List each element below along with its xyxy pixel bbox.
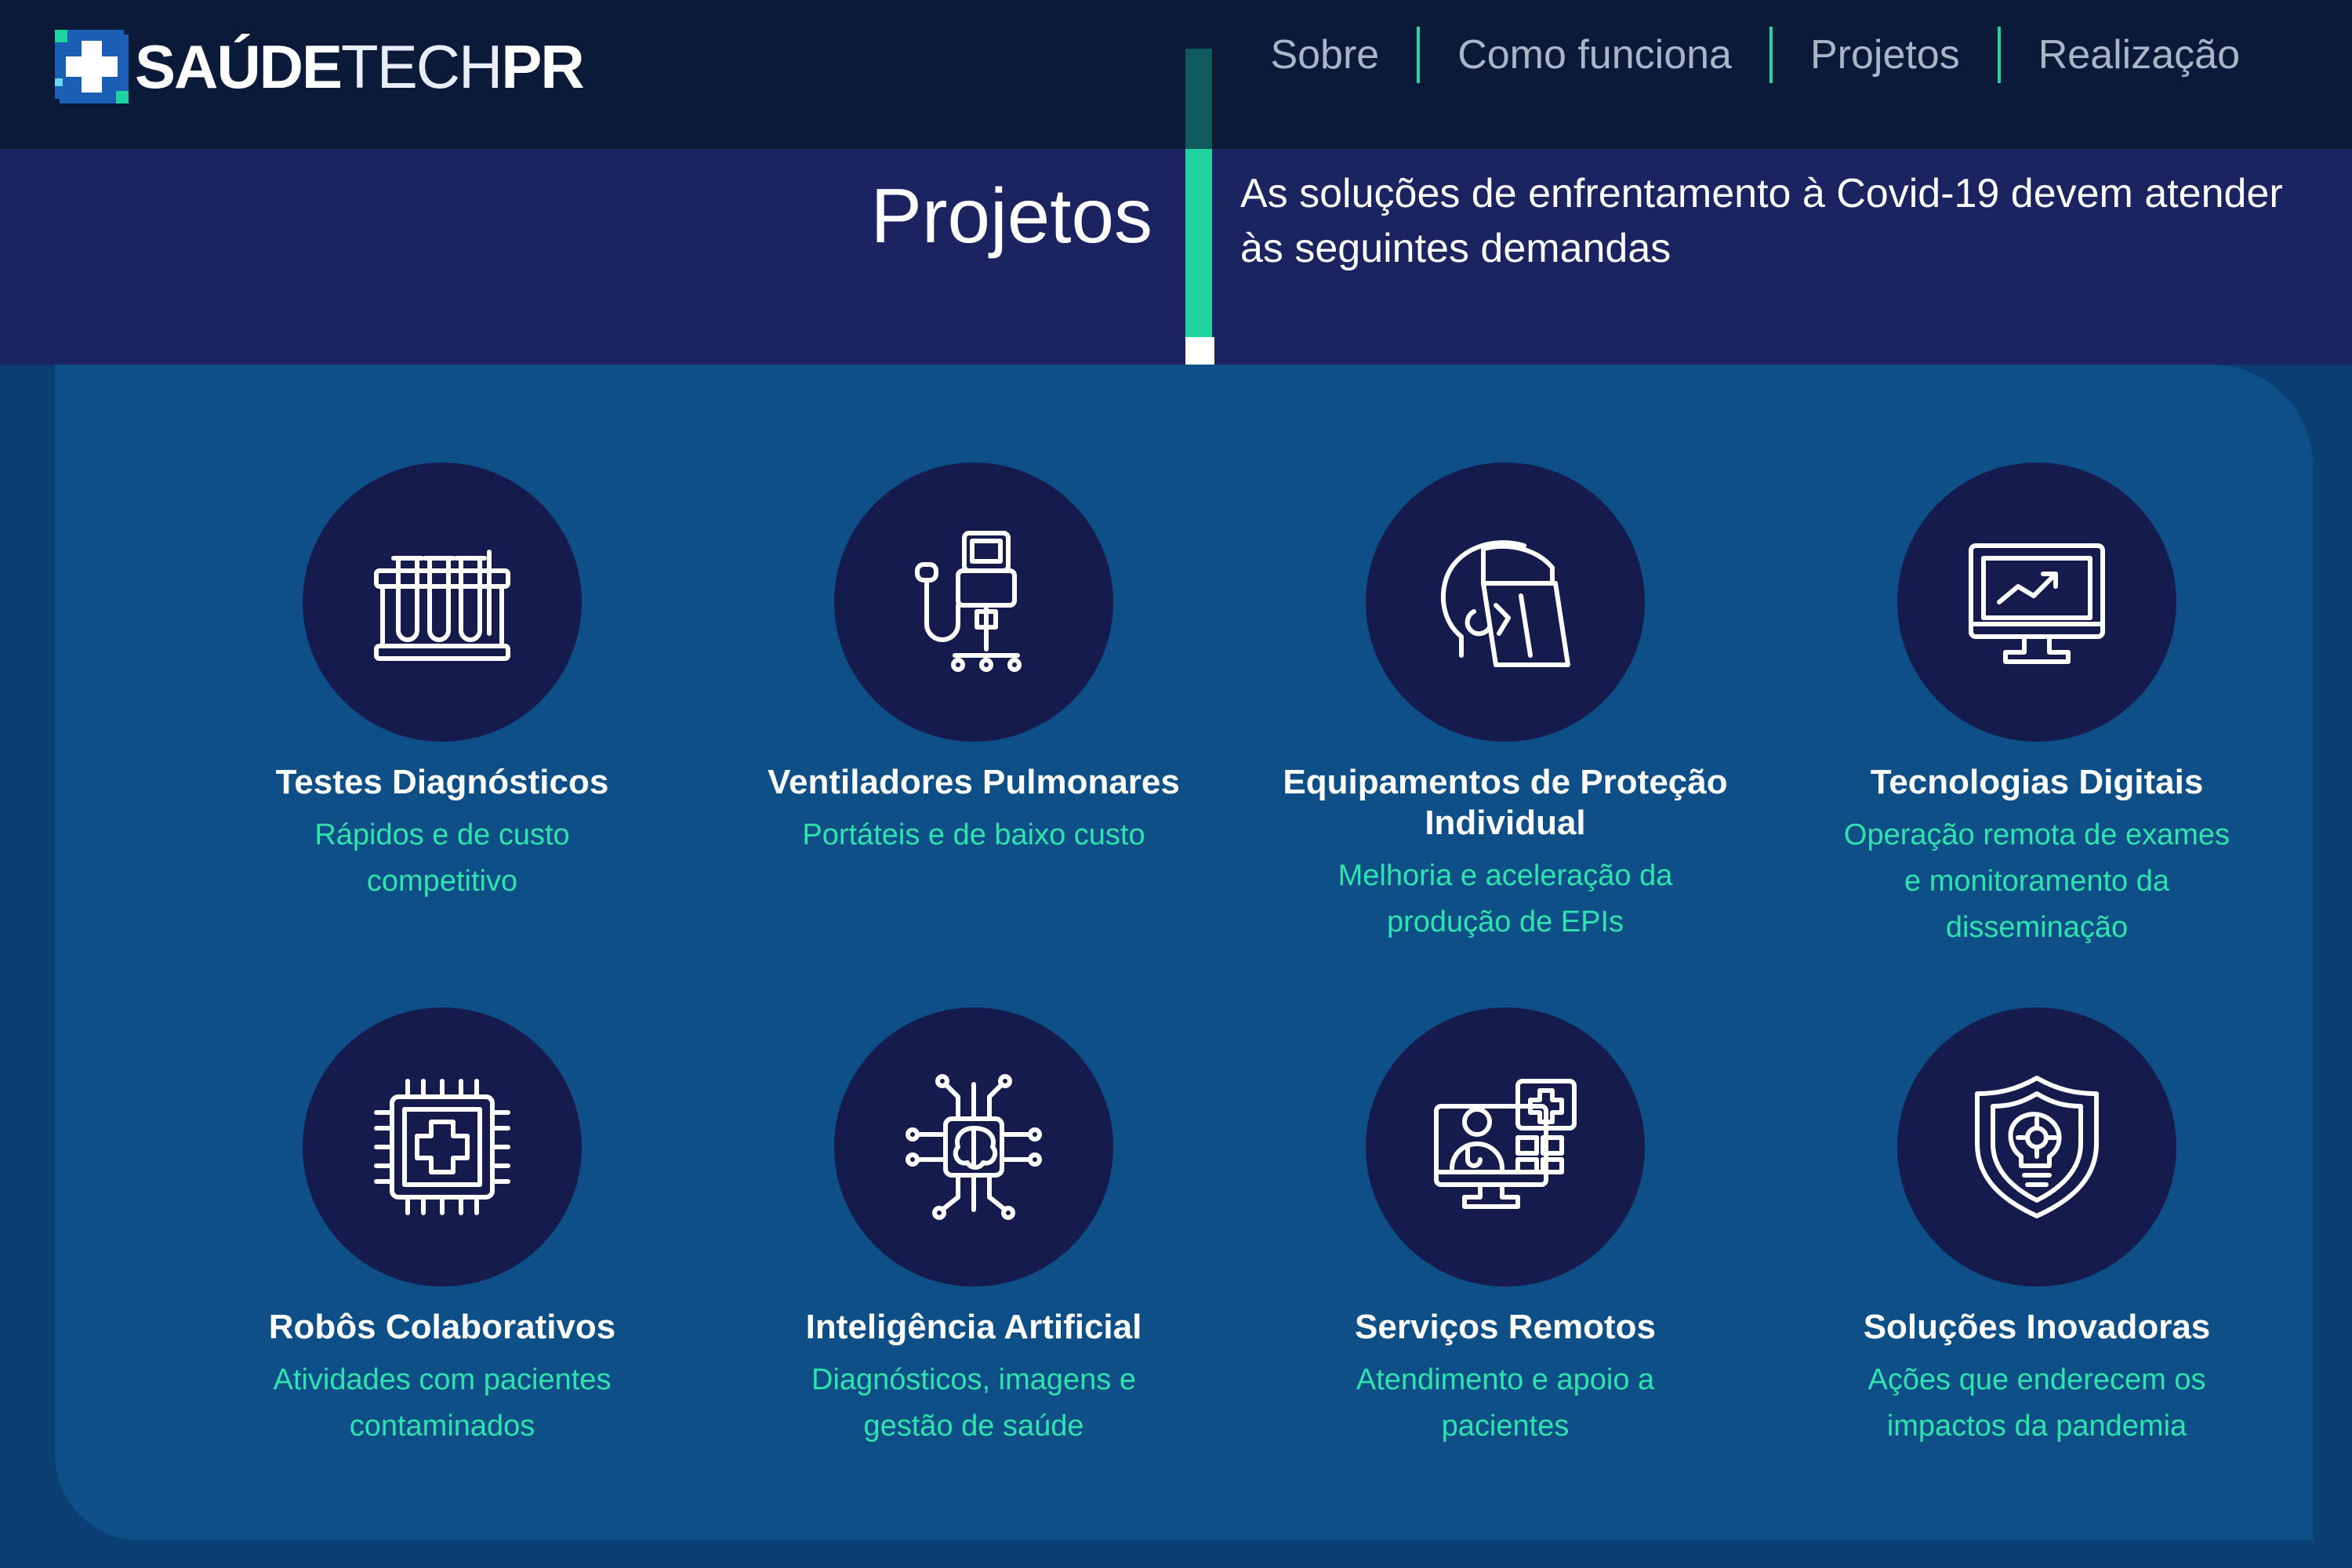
card-description: Atendimento e apoio a pacientes	[1356, 1363, 1655, 1443]
card-description: Portáteis e de baixo custo	[802, 818, 1145, 851]
ventilator-icon	[915, 531, 1022, 672]
project-card[interactable]: Soluções Inovadoras Ações que enderecem …	[1770, 1007, 2303, 1450]
telemedicine-icon	[1434, 1079, 1577, 1209]
brand-name-part: SAÚDE	[135, 32, 343, 101]
card-title: Soluções Inovadoras	[1863, 1308, 2211, 1346]
brand-name-part: PR	[501, 32, 584, 101]
icon-circle	[303, 463, 582, 742]
card-title: Equipamentos de Proteção Individual	[1283, 763, 1728, 842]
accent-bar	[1185, 149, 1212, 337]
icon-circle	[834, 1007, 1113, 1287]
project-card[interactable]: Equipamentos de Proteção Individual Melh…	[1239, 463, 1772, 946]
section-subtitle: As soluções de enfrentamento à Covid-19 …	[1240, 171, 2283, 271]
project-card[interactable]: Tecnologias Digitais Operação remota de …	[1770, 463, 2303, 951]
icon-circle	[1897, 463, 2176, 742]
card-description: Diagnósticos, imagens e gestão de saúde	[811, 1363, 1136, 1443]
main-nav: Sobre Como funciona Projetos Realização	[1232, 27, 2278, 83]
nav-link-sobre[interactable]: Sobre	[1232, 27, 1417, 83]
nav-link-projetos[interactable]: Projetos	[1769, 27, 1998, 83]
project-card[interactable]: Testes Diagnósticos Rápidos e de custo c…	[176, 463, 709, 905]
project-card[interactable]: Ventiladores Pulmonares Portáteis e de b…	[707, 463, 1240, 858]
nav-link-como-funciona[interactable]: Como funciona	[1417, 27, 1769, 83]
card-description: Atividades com pacientes contaminados	[273, 1363, 612, 1443]
brand-wordmark: SAÚDE TECH PR	[135, 32, 585, 101]
projects-panel: Testes Diagnósticos Rápidos e de custo c…	[55, 365, 2313, 1541]
icon-circle	[1366, 463, 1645, 742]
icon-circle	[834, 463, 1113, 742]
project-card[interactable]: Robôs Colaborativos Atividades com pacie…	[176, 1007, 709, 1450]
top-navigation-bar: SAÚDE TECH PR Sobre Como funciona Projetos…	[0, 0, 2352, 149]
monitor-chart-icon	[1969, 543, 2105, 664]
medical-cross-logo-icon	[55, 30, 129, 103]
icon-circle	[1897, 1007, 2176, 1287]
card-title: Inteligência Artificial	[805, 1308, 1142, 1346]
card-title: Testes Diagnósticos	[275, 763, 609, 801]
brand-logo[interactable]: SAÚDE TECH PR	[55, 24, 585, 110]
card-description: Operação remota de exames e monitorament…	[1843, 818, 2230, 944]
icon-circle	[1366, 1007, 1645, 1287]
project-card[interactable]: Serviços Remotos Atendimento e apoio a p…	[1239, 1007, 1772, 1450]
card-title: Serviços Remotos	[1355, 1308, 1656, 1346]
nav-link-realizacao[interactable]: Realização	[1997, 27, 2278, 83]
card-description: Rápidos e de custo competitivo	[314, 818, 570, 898]
card-description: Ações que enderecem os impactos da pande…	[1867, 1363, 2206, 1443]
brain-circuit-icon	[906, 1074, 1042, 1220]
shield-innovation-icon	[1975, 1076, 2099, 1218]
card-title: Robôs Colaborativos	[268, 1308, 616, 1346]
brand-name-part: TECH	[341, 32, 503, 101]
accent-pixel	[1185, 337, 1214, 366]
card-title: Tecnologias Digitais	[1870, 763, 2204, 801]
medical-chip-icon	[374, 1079, 510, 1215]
card-description: Melhoria e aceleração da produção de EPI…	[1338, 859, 1673, 938]
test-tubes-icon	[374, 550, 510, 661]
project-card[interactable]: Inteligência Artificial Diagnósticos, im…	[707, 1007, 1240, 1450]
card-title: Ventiladores Pulmonares	[768, 763, 1180, 801]
section-title: Projetos	[870, 172, 1152, 259]
accent-bar-shadow	[1185, 49, 1212, 149]
icon-circle	[303, 1007, 582, 1287]
face-shield-icon	[1441, 540, 1570, 667]
